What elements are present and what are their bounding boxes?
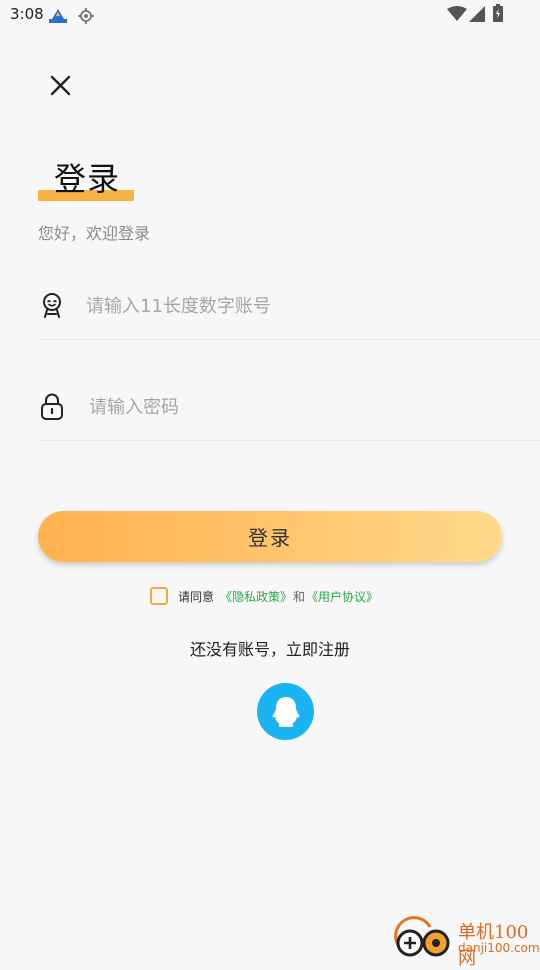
privacy-policy-link[interactable]: 《隐私政策》 — [220, 588, 292, 605]
password-field — [38, 380, 540, 441]
qq-icon — [272, 696, 299, 727]
qq-login-button[interactable] — [257, 683, 314, 740]
location-icon — [77, 7, 95, 29]
lock-icon — [38, 392, 66, 420]
user-icon — [38, 291, 66, 319]
login-button[interactable]: 登录 — [38, 511, 502, 562]
page-title: 登录 — [54, 160, 121, 198]
account-field — [38, 279, 540, 340]
welcome-subtitle: 您好，欢迎登录 — [38, 224, 151, 243]
watermark-domain: danji100.com — [458, 941, 540, 955]
battery-icon — [493, 4, 503, 26]
agreement-prefix: 请同意 — [178, 589, 215, 604]
wifi-icon — [447, 6, 467, 26]
cell-signal-icon — [469, 6, 485, 26]
status-time: 3:08 — [10, 5, 44, 23]
agreement-checkbox[interactable] — [150, 587, 168, 605]
account-input[interactable] — [84, 285, 518, 327]
password-input[interactable] — [87, 386, 521, 428]
agreement-row: 请同意 《隐私政策》 和 《用户协议》 — [150, 584, 378, 608]
app-notification-icon — [47, 6, 69, 30]
close-button[interactable] — [44, 68, 78, 102]
close-icon — [50, 75, 71, 96]
register-link[interactable]: 还没有账号，立即注册 — [0, 636, 540, 660]
agreement-and: 和 — [293, 589, 306, 604]
user-agreement-link[interactable]: 《用户协议》 — [306, 588, 378, 605]
watermark-logo — [390, 915, 454, 957]
